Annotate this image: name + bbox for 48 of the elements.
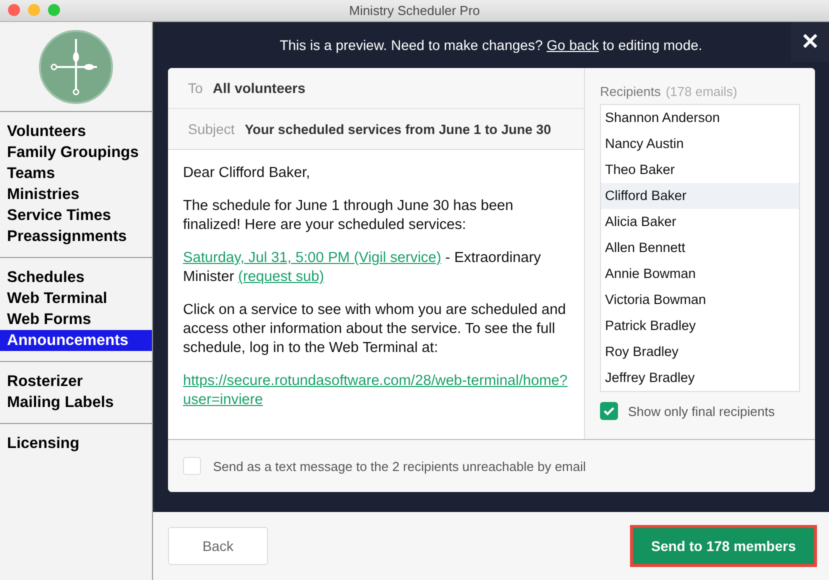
recipient-item[interactable]: Annie Bowman [601, 261, 799, 287]
back-button[interactable]: Back [168, 527, 268, 565]
sidebar-item[interactable]: Mailing Labels [0, 392, 152, 413]
recipients-label: Recipients [600, 84, 661, 99]
send-button[interactable]: Send to 178 members [630, 525, 817, 567]
recipient-item[interactable]: Patrick Bradley [601, 313, 799, 339]
checkbox[interactable] [600, 402, 618, 420]
email-paragraph: Saturday, Jul 31, 5:00 PM (Vigil service) - Extraordinary Minister (request sub) [183, 249, 542, 287]
recipient-item[interactable]: Allen Bennett [601, 235, 799, 261]
recipients-count: (178 emails) [666, 84, 738, 99]
recipient-item[interactable]: Jeffrey Bradley [601, 365, 799, 391]
window-title: Ministry Scheduler Pro [349, 3, 480, 18]
sidebar-item[interactable]: Announcements [0, 330, 152, 351]
recipient-item[interactable]: Theo Baker [601, 157, 799, 183]
recipient-item[interactable]: Alicia Baker [601, 209, 799, 235]
sidebar-item[interactable]: Web Terminal [0, 288, 152, 309]
checkbox-label: Send as a text message to the 2 recipients unreachable by email [213, 458, 586, 474]
recipient-item[interactable]: Roy Bradley [601, 339, 799, 365]
sidebar-item[interactable]: Preassignments [0, 226, 152, 247]
checkbox-label: Show only final recipients [628, 404, 775, 418]
subject-value: Your scheduled services from June 1 to June 30 [244, 122, 552, 136]
sidebar-item[interactable]: Service Times [0, 205, 152, 226]
email-paragraph: Dear Clifford Baker, [183, 164, 312, 183]
email-paragraph: The schedule for June 1 through June 30 has been finalized! Here are your scheduled services: [183, 197, 514, 235]
email-paragraph: Click on a service to see with whom you are scheduled and access other information about the service. To see the full schedule, log in to the Web Terminal at: [183, 301, 567, 358]
close-button[interactable]: ✕ [791, 22, 829, 62]
sidebar-item[interactable]: Teams [0, 163, 152, 184]
sidebar-item[interactable]: Volunteers [0, 121, 152, 142]
clock-logo-icon [39, 30, 113, 104]
go-back-link[interactable]: Go back [546, 37, 599, 53]
recipient-item[interactable]: Clifford Baker [601, 183, 799, 209]
minimize-window-button[interactable] [28, 4, 40, 16]
recipient-item[interactable]: Victoria Bowman [601, 287, 799, 313]
sidebar-item[interactable]: Ministries [0, 184, 152, 205]
recipient-item[interactable]: Nancy Austin [601, 131, 799, 157]
sidebar-item[interactable]: Web Forms [0, 309, 152, 330]
close-window-button[interactable] [8, 4, 20, 16]
sidebar-item[interactable]: Licensing [0, 433, 152, 454]
sidebar-item[interactable]: Rosterizer [0, 371, 152, 392]
recipient-item[interactable]: Shannon Anderson [601, 105, 799, 131]
sidebar-item[interactable]: Schedules [0, 267, 152, 288]
zoom-window-button[interactable] [48, 4, 60, 16]
to-value: All volunteers [212, 80, 306, 96]
to-label: To [188, 80, 203, 96]
preview-notice: This is a preview. Need to make changes? Go back to editing mode. [280, 37, 702, 53]
check-icon [603, 406, 615, 416]
sidebar-item[interactable]: Family Groupings [0, 142, 152, 163]
subject-label: Subject [188, 121, 235, 137]
